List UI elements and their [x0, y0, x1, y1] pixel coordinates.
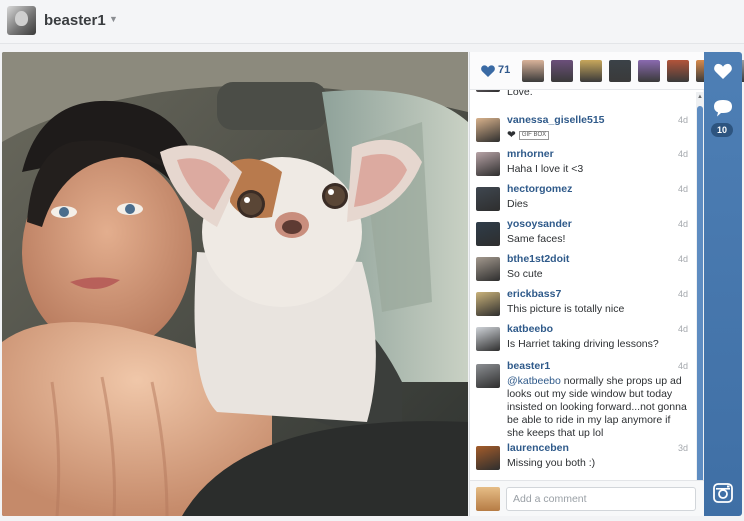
liker-avatar[interactable] — [638, 60, 660, 82]
comment-timestamp: 4d — [677, 149, 688, 159]
comment-count-badge: 10 — [711, 123, 733, 137]
likes-bar: 71 — [470, 52, 744, 90]
action-rail: 10 — [704, 52, 742, 516]
comment-text: Love. — [507, 90, 687, 99]
comment-timestamp: 4d — [677, 115, 688, 125]
commenter-avatar[interactable] — [476, 187, 500, 211]
heart-icon[interactable] — [480, 63, 496, 79]
likes-count[interactable]: 71 — [498, 64, 510, 76]
comment-body: ❤ — [507, 129, 516, 141]
commenter-avatar[interactable] — [476, 327, 500, 351]
comment-body: Missing you both :) — [507, 457, 596, 469]
liker-avatar[interactable] — [609, 60, 631, 82]
add-comment-input[interactable] — [506, 487, 696, 511]
comment-composer — [470, 480, 704, 516]
header-username[interactable]: beaster1 — [44, 12, 106, 29]
comment-body: Is Harriet taking driving lessons? — [507, 338, 659, 350]
comment-body: So cute — [507, 268, 543, 280]
comment-username[interactable]: hectorgomez — [507, 183, 572, 195]
liker-avatar[interactable] — [580, 60, 602, 82]
commenter-avatar[interactable] — [476, 364, 500, 388]
scroll-up-arrow-icon[interactable]: ▲ — [696, 94, 704, 100]
commenter-avatar[interactable] — [476, 292, 500, 316]
comment-timestamp: 4d — [677, 361, 688, 371]
comment-username[interactable]: mrhorner — [507, 148, 554, 160]
commenter-avatar[interactable] — [476, 90, 500, 92]
comment-body: Same faces! — [507, 233, 566, 245]
comment-text: So cute — [507, 268, 687, 281]
instagram-camera-icon[interactable] — [713, 483, 733, 503]
comment-timestamp: 4d — [677, 289, 688, 299]
comment-text: Is Harriet taking driving lessons? — [507, 338, 687, 351]
comment-text: Dies — [507, 198, 687, 211]
comment-text: Haha I love it <3 — [507, 163, 687, 176]
comment-text: @katbeebo normally she props up ad looks… — [507, 375, 687, 440]
commenter-avatar[interactable] — [476, 257, 500, 281]
comment-username[interactable]: beaster1 — [507, 360, 550, 372]
comment-timestamp: 4d — [677, 184, 688, 194]
post-photo[interactable] — [2, 52, 468, 516]
comment-username[interactable]: katbeebo — [507, 323, 553, 335]
commenter-avatar[interactable] — [476, 118, 500, 142]
comment-mention[interactable]: @katbeebo — [507, 375, 561, 387]
comment-username[interactable]: vanessa_giselle515 — [507, 114, 605, 126]
comment-username[interactable]: yosoysander — [507, 218, 572, 230]
comments-list: Love. vanessa_giselle515 4d ❤ GIF BOX mrhorne… — [470, 90, 696, 521]
commenter-avatar[interactable] — [476, 152, 500, 176]
scrollbar[interactable]: ▲ ▼ — [696, 92, 704, 516]
speech-bubble-icon[interactable] — [713, 99, 733, 117]
comment-timestamp: 4d — [677, 254, 688, 264]
comment-body: This picture is totally nice — [507, 303, 625, 315]
commenter-avatar[interactable] — [476, 446, 500, 470]
comment-text: Same faces! — [507, 233, 687, 246]
scrollbar-thumb[interactable] — [697, 106, 703, 494]
user-avatar[interactable] — [7, 6, 36, 35]
comment-timestamp: 4d — [677, 219, 688, 229]
comment-username[interactable]: bthe1st2doit — [507, 253, 569, 265]
comment-text: This picture is totally nice — [507, 303, 687, 316]
liker-avatar[interactable] — [551, 60, 573, 82]
comment-text: ❤ GIF BOX — [507, 129, 687, 142]
commenter-avatar[interactable] — [476, 222, 500, 246]
instagram-photo-view: beaster1 ▼ 71 Love. vanessa_giselle515 4… — [0, 0, 744, 521]
comment-text: Missing you both :) — [507, 457, 687, 470]
comment-body: Haha I love it <3 — [507, 163, 584, 175]
current-user-avatar — [476, 487, 500, 511]
heart-icon[interactable] — [713, 62, 733, 80]
comment-body: Love. — [507, 90, 533, 98]
liker-avatar[interactable] — [667, 60, 689, 82]
comment-timestamp: 4d — [677, 324, 688, 334]
comment-username[interactable]: laurenceben — [507, 442, 569, 454]
comments-panel: 71 Love. vanessa_giselle515 4d ❤ GIF BOX mrho… — [469, 52, 744, 516]
liker-avatar[interactable] — [522, 60, 544, 82]
caret-down-icon[interactable]: ▼ — [109, 14, 118, 24]
comment-timestamp: 3d — [677, 443, 688, 453]
comment-username[interactable]: erickbass7 — [507, 288, 561, 300]
comment-body: Dies — [507, 198, 529, 210]
gif-badge: GIF BOX — [518, 130, 550, 140]
profile-header: beaster1 ▼ — [0, 0, 744, 44]
